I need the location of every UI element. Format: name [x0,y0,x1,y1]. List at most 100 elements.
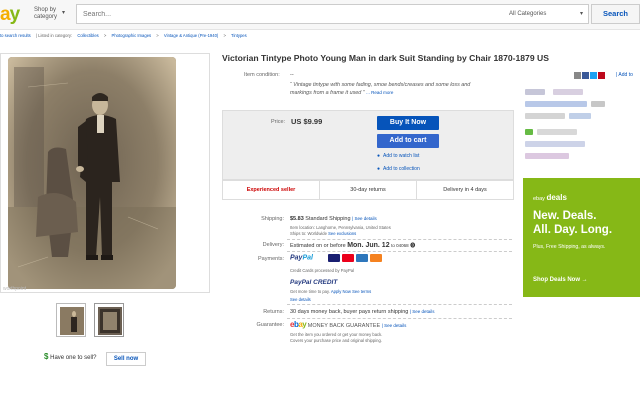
buy-it-now-button[interactable]: Buy It Now [377,116,439,130]
see-terms-link[interactable]: See terms [352,289,371,294]
sell-now-button[interactable]: Sell now [106,352,146,366]
blurred-block [569,113,591,119]
payment-details-link[interactable]: See details [290,297,311,302]
sell-prompt: $ Have one to sell? [44,352,97,361]
returns-label: Returns: [263,309,284,315]
buy-panel: Price: US $9.99 Buy It Now Add to cart ●… [222,110,514,180]
thumbnail-1[interactable] [56,303,86,337]
paypal-pay: Pay [290,254,303,262]
mastercard-icon [342,254,355,262]
image-watermark: worthpoint [3,286,27,292]
shop-deals-link[interactable]: Shop Deals Now → [533,277,588,283]
ebay-deals-banner[interactable]: ebay deals New. Deals. All. Day. Long. P… [523,178,640,297]
shipping-method: Standard Shipping [305,216,351,222]
main-product-image[interactable]: worthpoint [0,53,210,293]
deals-brand: ebay deals [533,193,567,202]
deals-brand-word: deals [546,193,567,202]
guarantee-details-link[interactable]: | See details [382,323,407,328]
returns-value: 30 days money back, buyer pays return sh… [290,309,435,315]
blurred-block [553,89,583,95]
pinterest-icon[interactable] [598,72,605,79]
logo-letter-a: a [0,4,11,25]
twitter-icon[interactable] [590,72,597,79]
deals-brand-prefix: ebay [533,196,545,202]
blurred-block [525,153,569,159]
condition-description: “ Vintage tintype with some fading, smoe… [290,81,490,97]
payment-methods: PayPal [290,254,384,262]
breadcrumb-sep: > [223,33,226,38]
paypal-credit-line: Get more time to pay. Apply Now See term… [290,289,371,295]
search-input[interactable] [83,11,497,18]
divider [287,304,512,305]
delivery-label: Delivery: [262,242,284,248]
eye-icon: ● [377,153,381,159]
credit-line-text: Get more time to pay. [290,289,330,294]
right-rail-ad[interactable] [523,83,640,173]
email-icon[interactable] [574,72,581,79]
paypal-credit: PayPal CREDIT [290,279,337,286]
blurred-block [525,113,565,119]
thumbnail-2[interactable] [94,303,124,337]
ebay-logo[interactable]: ay [0,4,20,26]
top-header: ay Shop by category ▾ All Categories ▾ S… [0,0,640,30]
breadcrumb-back[interactable]: to search results [0,33,31,38]
add-to-link[interactable]: | Add to [616,72,633,78]
read-more-link[interactable]: ... Read more [366,90,393,95]
deals-headline-line2: All. Day. Long. [533,224,613,236]
shop-by-line2: category [34,14,58,20]
ships-to: Ships to: Worldwide See exclusions [290,231,356,237]
breadcrumb-tintypes[interactable]: Tintypes [231,33,247,38]
delivery-zip[interactable]: to 04068 [391,243,409,248]
breadcrumb-vintage[interactable]: Vintage & Antique (Pre-1940) [164,33,218,38]
condition-value: -- [290,72,294,78]
info-icon[interactable]: ⓿ [410,243,415,249]
add-to-cart-button[interactable]: Add to cart [377,134,439,148]
breadcrumb-sep: > [156,33,159,38]
breadcrumb-collectibles[interactable]: Collectibles [77,33,98,38]
facebook-icon[interactable] [582,72,589,79]
deals-headline-line1: New. Deals. [533,210,597,222]
blurred-block [525,129,533,135]
blurred-block [525,141,585,147]
delivery-date: Mon. Jun. 12 [347,242,390,249]
shop-by-line1: Shop by [34,7,57,13]
deals-headline: New. Deals. All. Day. Long. [533,209,612,237]
seller-stats-bar: Experienced seller 30-day returns Delive… [222,180,514,200]
returns-details-link[interactable]: | See details [410,309,435,314]
blurred-block [525,89,545,95]
breadcrumb-photographic[interactable]: Photographic Images [112,33,152,38]
chevron-down-icon: ▾ [579,11,583,17]
price-label: Price: [271,119,286,125]
condition-label: Item condition: [244,72,280,78]
divider [287,239,512,240]
search-field[interactable] [76,4,504,24]
shipping-details-link[interactable]: | See details [352,216,377,221]
delivery-badge: Delivery in 4 days [443,187,487,193]
paypal-logo: PayPal [290,254,313,261]
blurred-block [537,129,577,135]
guarantee-label: Guarantee: [256,322,284,328]
apply-now-link[interactable]: Apply Now [331,289,351,294]
search-button[interactable]: Search [591,4,640,24]
price-value: US $9.99 [291,117,323,126]
divider [287,318,512,319]
dollar-icon: $ [44,352,49,361]
blurred-block [525,101,587,107]
shipping-cost: $5.83 [290,216,304,222]
guarantee-line2: Covers your purchase price and original … [290,338,382,343]
exclusions-link[interactable]: See exclusions [328,231,356,236]
guarantee-text: MONEY BACK GUARANTEE [307,323,381,329]
sell-prompt-text: Have one to sell? [50,355,97,361]
amex-card-icon [356,254,369,262]
payments-label: Payments: [258,256,284,262]
watch-label: Add to watch list [383,153,420,159]
shipping-label: Shipping: [261,216,284,222]
paypal-pal: Pal [302,254,313,262]
category-select[interactable]: All Categories ▾ [503,4,589,24]
add-to-watch-list-link[interactable]: ● Add to watch list [377,153,419,159]
shop-by-category-button[interactable]: Shop by category ▾ [34,7,65,21]
add-to-collection-link[interactable]: ● Add to collection [377,166,420,172]
divider [287,251,512,252]
credit-note: Credit Cards processed by PayPal [290,268,355,273]
collection-icon: ● [377,166,381,172]
